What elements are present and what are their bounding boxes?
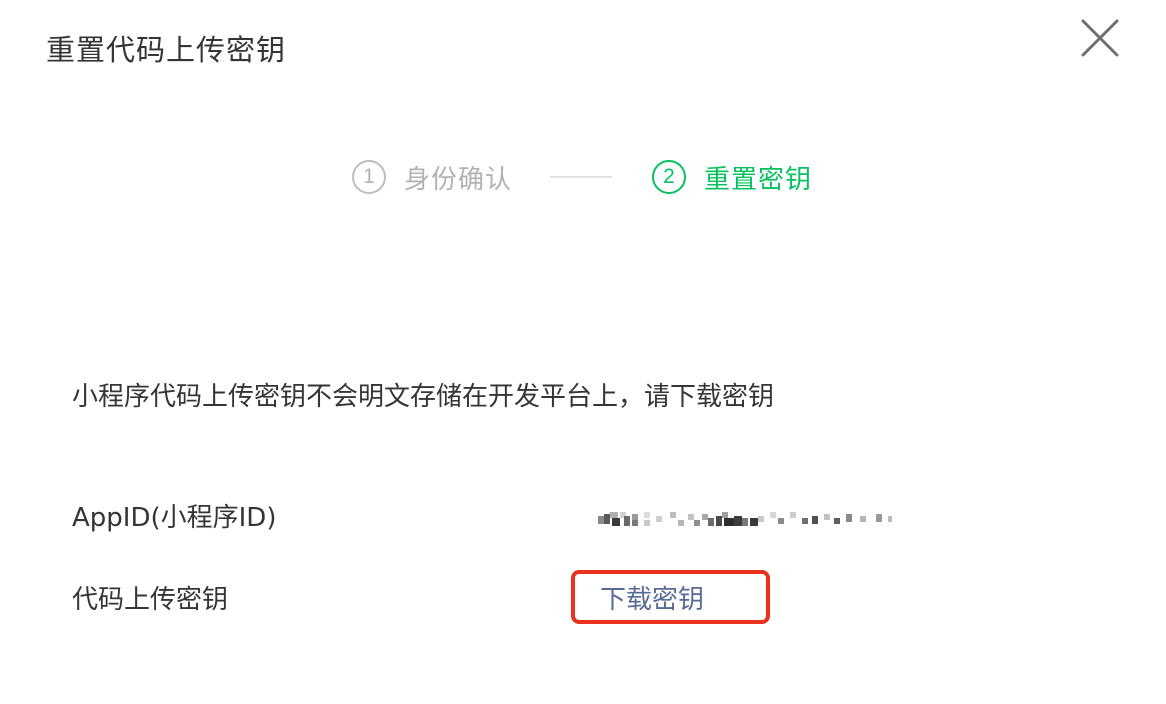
appid-value-redacted [598, 512, 892, 526]
dialog-title: 重置代码上传密钥 [46, 33, 287, 67]
step-identity-confirm: 1 身份确认 [352, 159, 512, 196]
appid-label: AppID(小程序ID) [72, 503, 277, 533]
close-icon [1081, 19, 1119, 57]
reset-key-dialog: 重置代码上传密钥 1 身份确认 2 重置密钥 小程序代码上传密钥不会明文存储在开… [0, 0, 1166, 704]
close-button[interactable] [1078, 16, 1122, 60]
step-reset-key: 2 重置密钥 [652, 159, 812, 196]
step-indicator: 1 身份确认 2 重置密钥 [352, 157, 812, 197]
highlight-box [571, 570, 770, 624]
step-number-2: 2 [652, 160, 687, 194]
step-connector [550, 176, 613, 178]
step-label-reset-key: 重置密钥 [704, 164, 813, 195]
step-number-1: 1 [352, 160, 386, 194]
notice-text: 小程序代码上传密钥不会明文存储在开发平台上，请下载密钥 [72, 382, 775, 412]
step-label-identity-confirm: 身份确认 [404, 164, 513, 195]
upload-key-label: 代码上传密钥 [72, 585, 229, 615]
